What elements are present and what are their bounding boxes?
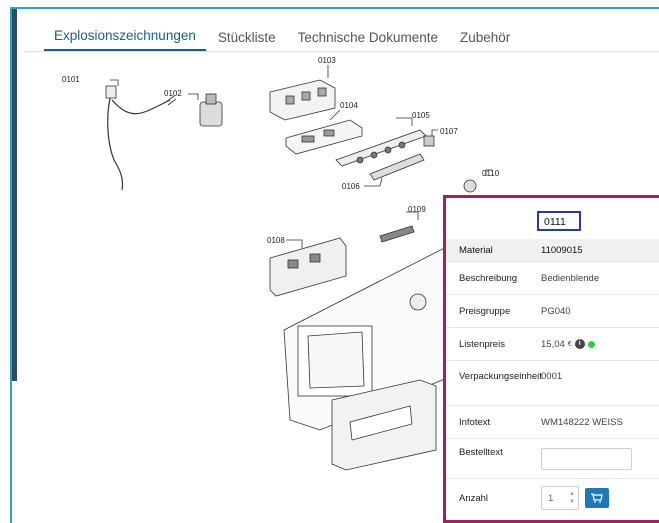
- availability-dot-icon: [587, 340, 595, 348]
- left-accent-bar: [12, 9, 17, 381]
- label-0110: 0110: [482, 169, 500, 178]
- listenpreis-value-group: 15,04 € i: [541, 339, 659, 350]
- label-0102: 0102: [164, 89, 182, 98]
- tab-bar: Explosionszeichnungen Stückliste Technis…: [44, 25, 522, 51]
- detail-row-material: Material 11009015: [446, 239, 659, 262]
- tab-stueckliste[interactable]: Stückliste: [208, 30, 286, 51]
- infotext-value: WM148222 WEISS: [541, 416, 623, 428]
- add-to-cart-button[interactable]: [585, 488, 609, 508]
- quantity-stepper[interactable]: 1 ▲ ▼: [541, 486, 579, 510]
- detail-row-beschreibung: Beschreibung Bedienblende: [446, 262, 659, 295]
- cart-icon: [591, 493, 603, 503]
- detail-row-bestelltext: Bestelltext: [446, 439, 659, 479]
- label-0101: 0101: [62, 75, 80, 84]
- listenpreis-value: 15,04: [541, 338, 565, 350]
- detail-row-listenpreis: Listenpreis 15,04 € i: [446, 328, 659, 361]
- label-0104: 0104: [340, 101, 358, 110]
- tab-technische-dokumente[interactable]: Technische Dokumente: [288, 30, 448, 51]
- listenpreis-label: Listenpreis: [459, 338, 505, 350]
- material-label: Material: [459, 244, 493, 256]
- preisgruppe-label: Preisgruppe: [459, 305, 511, 317]
- bestelltext-label: Bestelltext: [459, 447, 503, 458]
- beschreibung-label: Beschreibung: [459, 272, 518, 284]
- anzahl-label: Anzahl: [459, 492, 489, 504]
- verpackung-label: Verpackungseinheit: [459, 371, 542, 382]
- label-0103: 0103: [318, 56, 336, 65]
- label-0109: 0109: [408, 205, 426, 214]
- verpackung-value: 0001: [541, 371, 563, 382]
- selected-position-tag[interactable]: 0111: [537, 211, 581, 231]
- beschreibung-value: Bedienblende: [541, 272, 600, 284]
- infotext-label: Infotext: [459, 416, 491, 428]
- bestelltext-input[interactable]: [541, 447, 632, 470]
- info-circle-icon[interactable]: i: [574, 339, 585, 349]
- preisgruppe-value: PG040: [541, 305, 571, 317]
- stepper-arrows-icon[interactable]: ▲ ▼: [569, 490, 575, 506]
- detail-row-anzahl: Anzahl 1 ▲ ▼: [446, 479, 659, 517]
- label-0105: 0105: [412, 111, 430, 120]
- label-0107: 0107: [440, 127, 458, 136]
- label-0108: 0108: [267, 236, 285, 245]
- detail-row-verpackung: Verpackungseinheit 0001: [446, 361, 659, 406]
- label-0106: 0106: [342, 182, 360, 191]
- currency-symbol: €: [567, 340, 572, 348]
- quantity-value: 1: [548, 493, 554, 504]
- part-detail-panel: 0111 Material 11009015 Beschreibung Bedi…: [443, 195, 659, 523]
- tab-zubehoer[interactable]: Zubehör: [450, 30, 520, 51]
- detail-row-infotext: Infotext WM148222 WEISS: [446, 406, 659, 439]
- anzahl-controls: 1 ▲ ▼: [541, 486, 659, 510]
- detail-table: Material 11009015 Beschreibung Bedienble…: [446, 239, 659, 517]
- detail-row-preisgruppe: Preisgruppe PG040: [446, 295, 659, 328]
- tab-explosionszeichnungen[interactable]: Explosionszeichnungen: [44, 28, 206, 51]
- material-value: 11009015: [541, 244, 583, 256]
